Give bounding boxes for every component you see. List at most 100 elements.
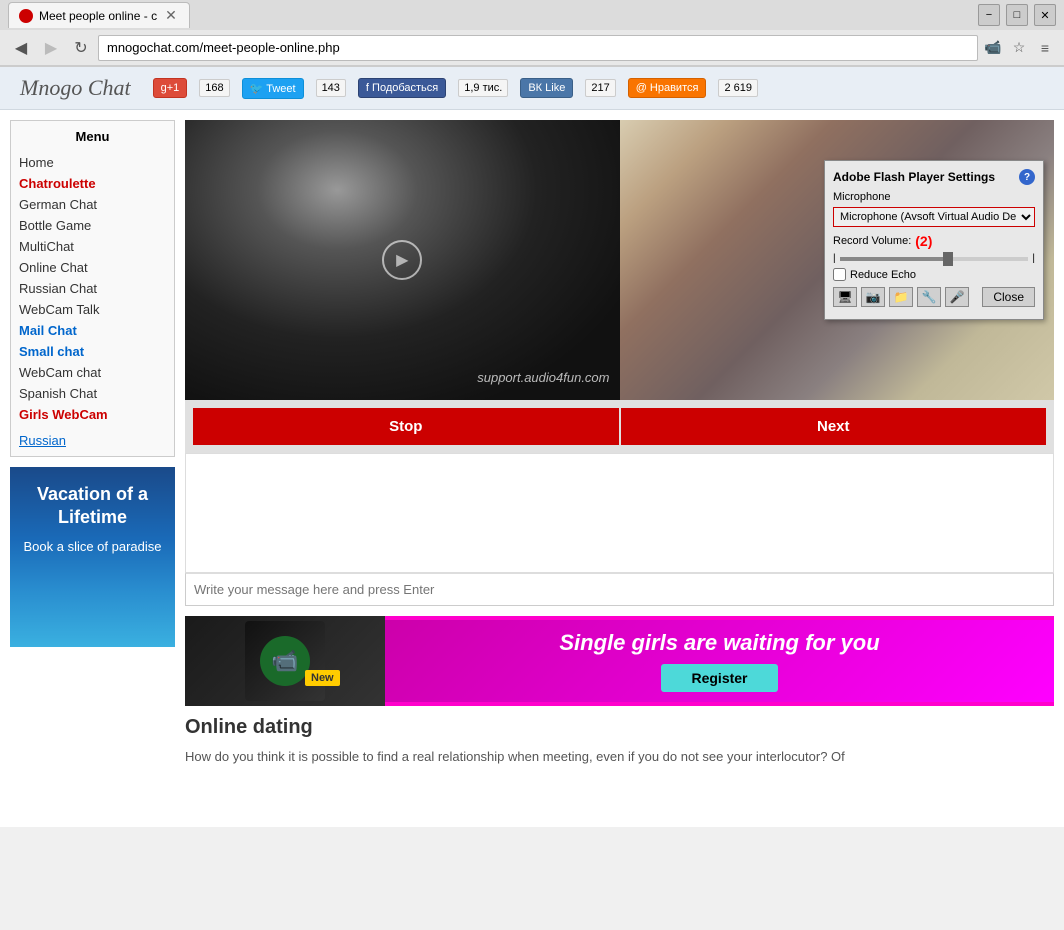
address-bar[interactable] (98, 35, 978, 61)
flash-slider-track (840, 257, 953, 261)
chat-area (185, 453, 1054, 573)
flash-help-button[interactable]: ? (1019, 169, 1035, 185)
sidebar-menu-box: Menu Home Chatroulette German Chat Bottl… (10, 120, 175, 457)
flash-slider-min: | (833, 253, 836, 264)
online-dating-section: Online dating How do you think it is pos… (185, 706, 1054, 777)
fb-count: 1,9 тис. (458, 79, 508, 97)
sidebar-item-mail-chat[interactable]: Mail Chat (19, 320, 166, 341)
reload-button[interactable]: ↻ (68, 35, 94, 61)
video-container: ▶ support.audio4fun.com Adobe Flash Play… (185, 120, 1054, 400)
video-right: Adobe Flash Player Settings ? Microphone… (620, 120, 1055, 400)
flash-icon-mic[interactable]: 🎤 (945, 287, 969, 307)
tab-favicon (19, 9, 33, 23)
online-dating-text: How do you think it is possible to find … (185, 747, 1054, 767)
video-play-icon: ▶ (382, 240, 422, 280)
flash-icon-settings[interactable]: 🔧 (917, 287, 941, 307)
flash-reduce-echo-label: Reduce Echo (850, 269, 916, 281)
flash-settings-title: Adobe Flash Player Settings ? (833, 169, 1035, 185)
next-button[interactable]: Next (621, 408, 1047, 445)
browser-tab[interactable]: Meet people online - c ✕ (8, 2, 190, 28)
stop-button[interactable]: Stop (193, 408, 619, 445)
ok-count: 2 619 (718, 79, 758, 97)
browser-titlebar: Meet people online - c ✕ − □ ✕ (0, 0, 1064, 30)
flash-title-text: Adobe Flash Player Settings (833, 170, 995, 184)
flash-microphone-select[interactable]: Microphone (Avsoft Virtual Audio Dev (833, 207, 1035, 227)
sidebar-lang-link[interactable]: Russian (19, 433, 166, 448)
browser-chrome: Meet people online - c ✕ − □ ✕ ◀ ▶ ↻ 📹 ☆… (0, 0, 1064, 67)
vk-button[interactable]: ВК Like (520, 78, 573, 98)
main-layout: Menu Home Chatroulette German Chat Bottl… (0, 110, 1064, 787)
tab-close-button[interactable]: ✕ (163, 7, 179, 24)
sidebar-item-multichat[interactable]: MultiChat (19, 236, 166, 257)
banner-new-badge: New (305, 670, 340, 686)
banner-register-button[interactable]: Register (661, 664, 777, 692)
vacation-title: Vacation of a Lifetime (20, 483, 165, 530)
sidebar: Menu Home Chatroulette German Chat Bottl… (10, 120, 175, 777)
menu-icon[interactable]: ≡ (1034, 37, 1056, 59)
banner-cam-icon: 📹 (260, 636, 310, 686)
banner-ad[interactable]: 📹 New Single girls are waiting for you R… (185, 616, 1054, 706)
sidebar-item-spanish-chat[interactable]: Spanish Chat (19, 383, 166, 404)
flash-reduce-echo-row: Reduce Echo (833, 268, 1035, 281)
sidebar-item-german-chat[interactable]: German Chat (19, 194, 166, 215)
minimize-button[interactable]: − (978, 4, 1000, 26)
flash-record-text: Record Volume: (833, 235, 911, 247)
banner-right: Single girls are waiting for you Registe… (385, 620, 1054, 702)
restore-button[interactable]: □ (1006, 4, 1028, 26)
sidebar-item-online-chat[interactable]: Online Chat (19, 257, 166, 278)
flash-record-label: Record Volume: (2) (833, 233, 1035, 249)
banner-left: 📹 New (185, 616, 385, 706)
site-header: Mnogo Chat g+1 168 🐦 Tweet 143 f Подобас… (0, 67, 1064, 110)
flash-icons-row: 🖥 📷 📁 🔧 🎤 Close (833, 287, 1035, 307)
ok-button[interactable]: @ Нравится (628, 78, 707, 98)
vacation-ad[interactable]: Vacation of a Lifetime Book a slice of p… (10, 467, 175, 647)
window-controls: − □ ✕ (978, 4, 1056, 26)
flash-microphone-label: Microphone (833, 191, 1035, 203)
tweet-count: 143 (316, 79, 346, 97)
star-icon[interactable]: ☆ (1008, 37, 1030, 59)
flash-icon-folder[interactable]: 📁 (889, 287, 913, 307)
page-body: Mnogo Chat g+1 168 🐦 Tweet 143 f Подобас… (0, 67, 1064, 827)
online-dating-title: Online dating (185, 716, 1054, 739)
close-window-button[interactable]: ✕ (1034, 4, 1056, 26)
main-content: ▶ support.audio4fun.com Adobe Flash Play… (185, 120, 1054, 777)
sidebar-item-small-chat[interactable]: Small chat (19, 341, 166, 362)
tweet-button[interactable]: 🐦 Tweet (242, 78, 304, 99)
gplus-count: 168 (199, 79, 229, 97)
flash-reduce-echo-checkbox[interactable] (833, 268, 846, 281)
video-watermark: support.audio4fun.com (477, 370, 609, 385)
vk-count: 217 (585, 79, 615, 97)
flash-volume-slider[interactable] (840, 257, 1029, 261)
sidebar-item-bottle-game[interactable]: Bottle Game (19, 215, 166, 236)
flash-icon-monitor[interactable]: 🖥 (833, 287, 857, 307)
toolbar-icons: 📹 ☆ ≡ (982, 37, 1056, 59)
sidebar-item-chatroulette[interactable]: Chatroulette (19, 173, 166, 194)
vacation-subtitle: Book a slice of paradise (20, 538, 165, 556)
flash-slider-max: | (1032, 253, 1035, 264)
sidebar-item-webcam-chat[interactable]: WebCam chat (19, 362, 166, 383)
sidebar-menu-title: Menu (19, 129, 166, 144)
flash-annotation: (2) (915, 233, 932, 249)
video-icon[interactable]: 📹 (982, 37, 1004, 59)
flash-settings-dialog: Adobe Flash Player Settings ? Microphone… (824, 160, 1044, 320)
browser-toolbar: ◀ ▶ ↻ 📹 ☆ ≡ (0, 30, 1064, 66)
flash-close-button[interactable]: Close (982, 287, 1035, 307)
gplus-button[interactable]: g+1 (153, 78, 188, 98)
sidebar-item-webcam-talk[interactable]: WebCam Talk (19, 299, 166, 320)
site-logo: Mnogo Chat (20, 75, 131, 101)
video-section: ▶ support.audio4fun.com Adobe Flash Play… (185, 120, 1054, 606)
message-input[interactable] (185, 573, 1054, 606)
fb-button[interactable]: f Подобасться (358, 78, 446, 98)
flash-slider-thumb (943, 252, 953, 266)
flash-slider-container: | | (833, 253, 1035, 264)
sidebar-item-russian-chat[interactable]: Russian Chat (19, 278, 166, 299)
sidebar-item-home[interactable]: Home (19, 152, 166, 173)
forward-button[interactable]: ▶ (38, 35, 64, 61)
back-button[interactable]: ◀ (8, 35, 34, 61)
flash-icon-camera[interactable]: 📷 (861, 287, 885, 307)
banner-text: Single girls are waiting for you (559, 630, 879, 656)
video-left: ▶ support.audio4fun.com (185, 120, 620, 400)
video-controls: Stop Next (185, 400, 1054, 453)
tab-title: Meet people online - c (39, 9, 157, 23)
sidebar-item-girls-webcam[interactable]: Girls WebCam (19, 404, 166, 425)
